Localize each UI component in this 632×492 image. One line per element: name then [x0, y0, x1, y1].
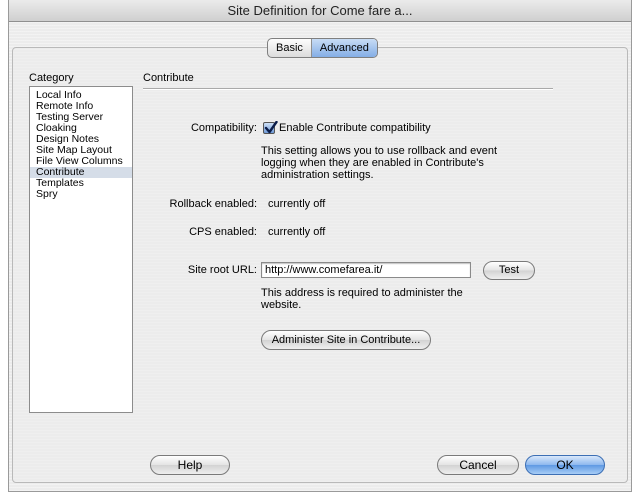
site-root-label: Site root URL:: [187, 264, 257, 276]
rollback-value: currently off: [268, 198, 326, 210]
site-root-url-input[interactable]: http://www.comefarea.it/: [261, 262, 471, 278]
category-label: Category: [29, 72, 74, 84]
compatibility-help-line-2: logging when they are enabled in Contrib…: [261, 157, 484, 169]
cps-value: currently off: [268, 226, 326, 238]
cps-label: CPS enabled:: [189, 226, 257, 238]
help-button[interactable]: Help: [150, 455, 230, 475]
section-divider: [143, 88, 553, 90]
category-list[interactable]: Local Info Remote Info Testing Server Cl…: [29, 86, 133, 413]
checkmark-icon: [264, 121, 278, 134]
window-title: Site Definition for Come fare a...: [9, 0, 631, 22]
compatibility-help-line-3: administration settings.: [261, 169, 374, 181]
compatibility-help: This setting allows you to use rollback …: [261, 145, 497, 181]
compatibility-help-line-1: This setting allows you to use rollback …: [261, 145, 498, 157]
contribute-compatibility-checkbox[interactable]: [263, 121, 278, 134]
site-root-help-line-1: This address is required to administer t…: [261, 287, 463, 299]
ok-button[interactable]: OK: [525, 455, 605, 475]
contribute-compatibility-label[interactable]: Enable Contribute compatibility: [279, 122, 431, 134]
section-title: Contribute: [143, 72, 194, 84]
test-button[interactable]: Test: [483, 261, 535, 280]
category-item-spry[interactable]: Spry: [30, 189, 132, 200]
tab-segmented-control: Basic Advanced: [267, 38, 378, 58]
site-definition-dialog: Site Definition for Come fare a... Basic…: [8, 0, 632, 492]
cancel-button[interactable]: Cancel: [437, 455, 519, 475]
site-root-help: This address is required to administer t…: [261, 287, 463, 311]
site-root-help-line-2: website.: [261, 299, 302, 311]
compatibility-label: Compatibility:: [190, 122, 257, 134]
tab-advanced[interactable]: Advanced: [311, 39, 377, 57]
administer-site-button[interactable]: Administer Site in Contribute...: [261, 330, 431, 350]
tab-basic[interactable]: Basic: [268, 39, 312, 57]
rollback-label: Rollback enabled:: [169, 198, 257, 210]
